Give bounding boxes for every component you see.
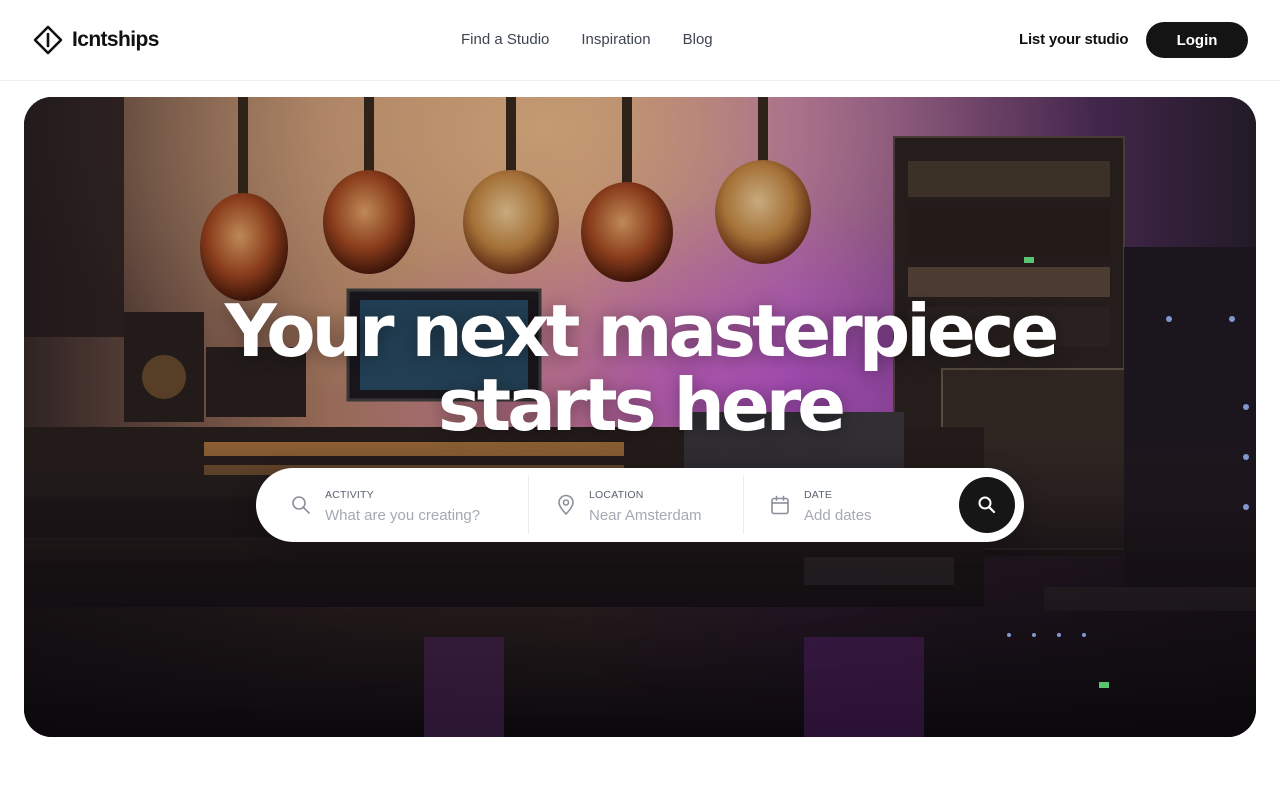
nav-link-blog[interactable]: Blog	[683, 30, 713, 50]
site-header: Icntships Find a Studio Inspiration Blog…	[0, 0, 1280, 81]
date-label: DATE	[804, 489, 833, 501]
activity-label: ACTIVITY	[325, 489, 374, 501]
studio-search-bar: ACTIVITY LOCATION DATE	[256, 468, 1024, 542]
calendar-icon	[769, 494, 791, 516]
map-pin-icon	[555, 494, 577, 516]
search-icon	[290, 494, 312, 516]
hero-title-line1: Your next masterpiece	[224, 289, 1060, 373]
location-label: LOCATION	[589, 489, 644, 501]
nav-link-inspiration[interactable]: Inspiration	[581, 30, 650, 50]
date-input[interactable]	[804, 504, 934, 526]
search-submit-button[interactable]	[959, 477, 1015, 533]
location-field[interactable]: LOCATION	[528, 476, 743, 534]
hero-title-line2: starts here	[437, 363, 846, 447]
brand-logo[interactable]: Icntships	[33, 25, 159, 55]
diamond-logo-icon	[33, 25, 63, 55]
location-input[interactable]	[589, 504, 729, 526]
search-icon	[978, 496, 996, 514]
brand-name: Icntships	[72, 28, 159, 51]
nav-link-find-studio[interactable]: Find a Studio	[461, 30, 549, 50]
hero-title: Your next masterpiece starts here	[24, 294, 1256, 442]
main-nav: Find a Studio Inspiration Blog	[461, 30, 713, 50]
date-field[interactable]: DATE	[743, 476, 958, 534]
activity-field[interactable]: ACTIVITY	[256, 468, 528, 542]
list-your-studio-link[interactable]: List your studio	[1019, 30, 1129, 50]
login-button[interactable]: Login	[1146, 22, 1248, 58]
hero-section: Your next masterpiece starts here ACTIVI…	[24, 97, 1256, 737]
activity-input[interactable]	[325, 504, 495, 526]
